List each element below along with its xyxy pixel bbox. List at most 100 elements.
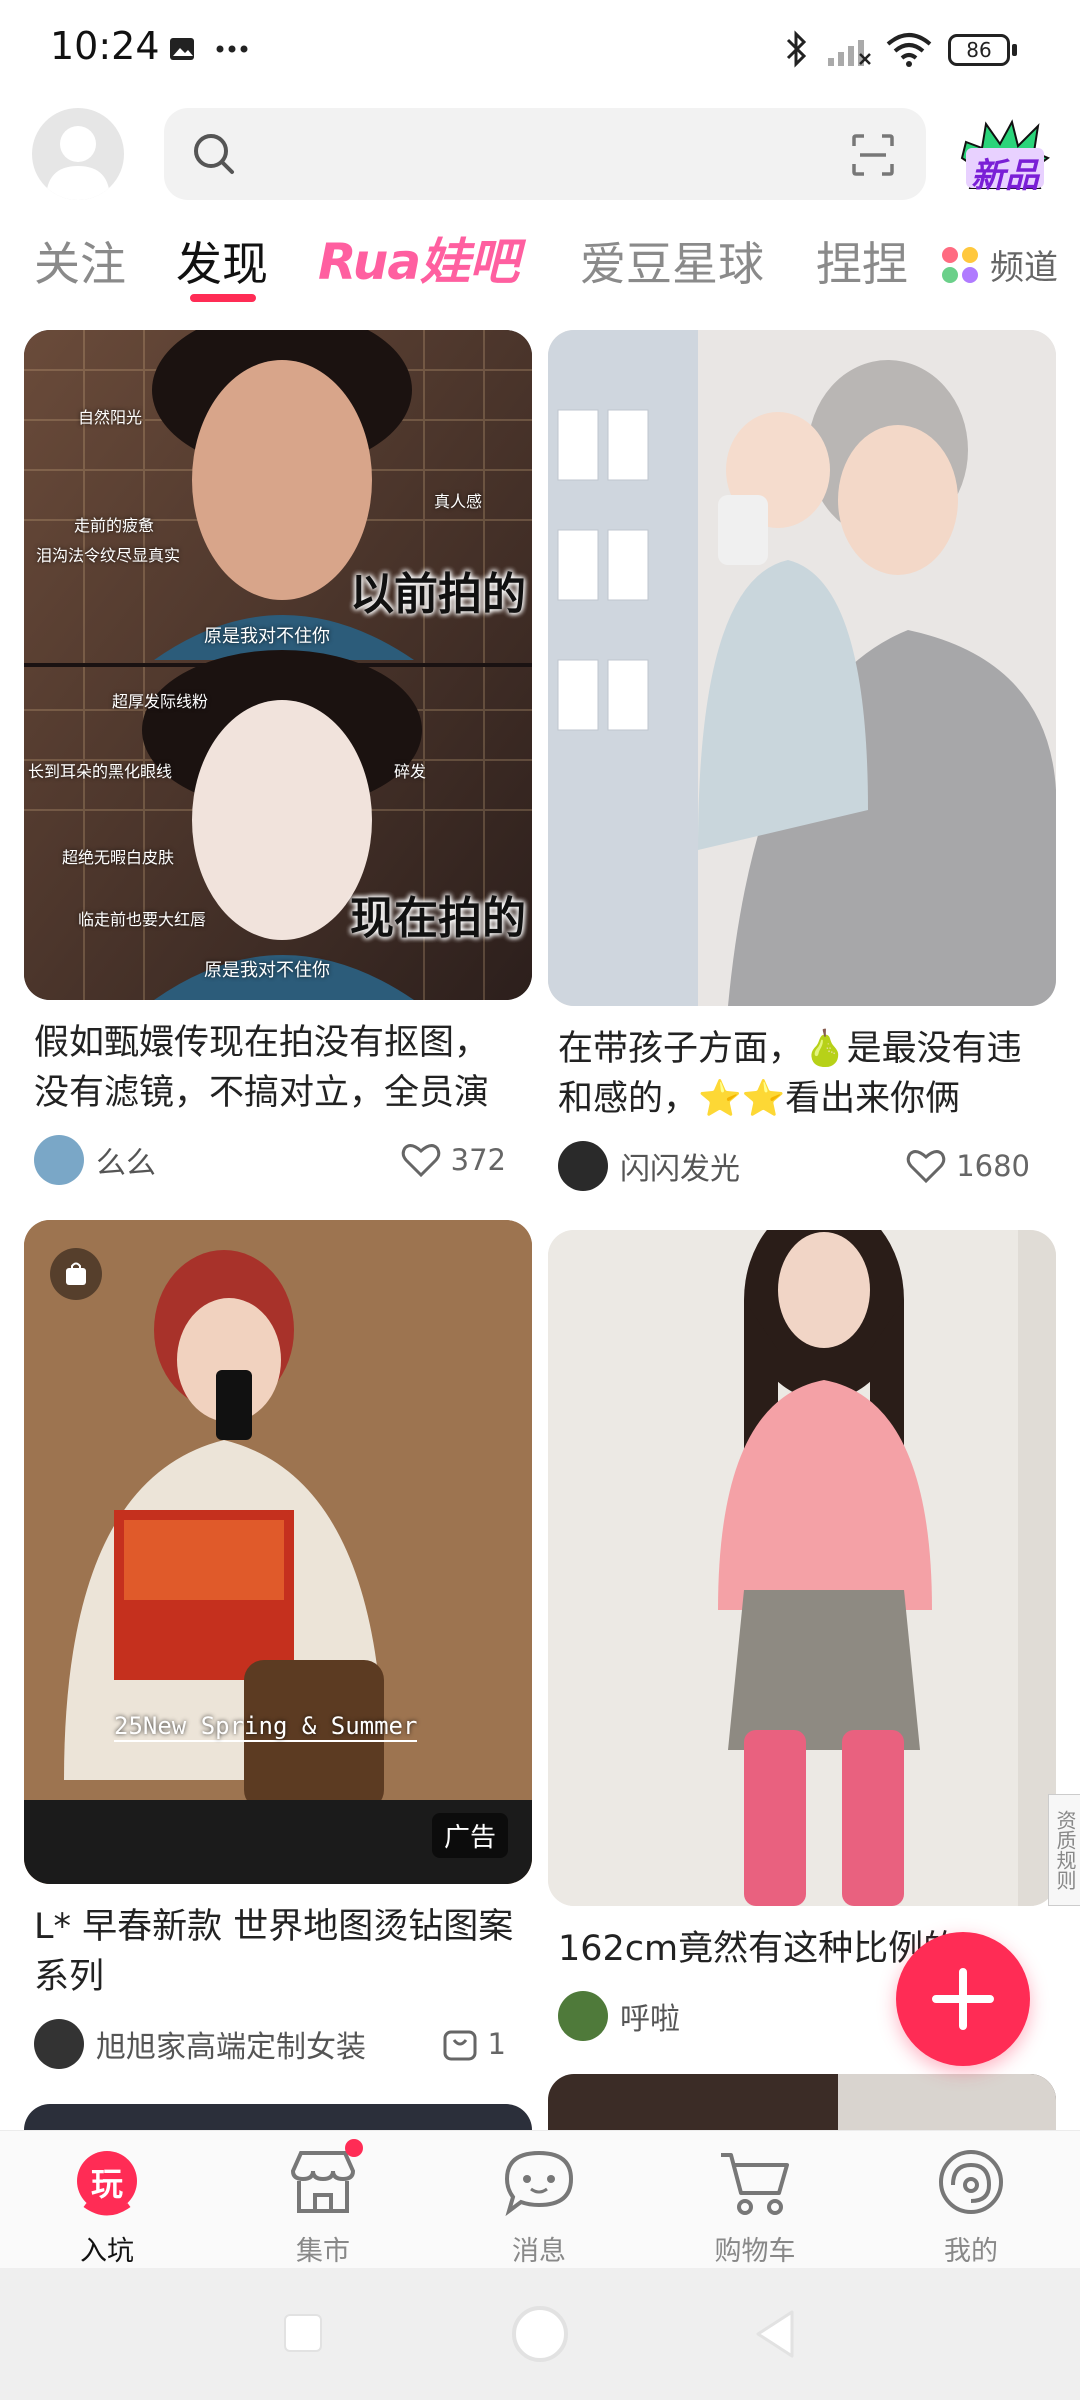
channel-grid-icon: [942, 246, 978, 283]
nav-messages[interactable]: 消息: [474, 2145, 604, 2268]
nav-market[interactable]: 集市: [258, 2139, 388, 2268]
nav-label: 购物车: [714, 2236, 796, 2267]
caption-tired: 走前的疲惫: [74, 516, 155, 535]
heart-icon: [906, 1150, 946, 1184]
feed-card-zhenhuan[interactable]: 自然阳光 真人感 走前的疲惫 泪沟法令纹尽显真实 以前拍的 原是我对不住你 超厚…: [24, 330, 532, 1186]
nav-profile[interactable]: 我的: [906, 2145, 1036, 2268]
battery-tip: [1012, 44, 1017, 56]
more-dots-icon: [216, 45, 248, 53]
nav-label: 入坑: [80, 2236, 134, 2267]
scan-icon[interactable]: [850, 132, 896, 178]
caption-tear-line: 泪沟法令纹尽显真实: [36, 546, 181, 565]
caption-bangs: 碎发: [394, 762, 427, 781]
dad-and-baby-image: [548, 330, 1056, 1006]
like-count: 372: [450, 1143, 506, 1177]
status-bar: 10:24 86: [0, 0, 1080, 100]
channel-button[interactable]: 频道: [940, 240, 1058, 289]
user-avatar[interactable]: [32, 108, 124, 200]
search-icon: [194, 134, 234, 174]
bottom-navigation: 玩 入坑 集市 消息 购物车 我的: [0, 2130, 1080, 2268]
caption-hairline: 超厚发际线粉: [112, 692, 209, 711]
card-image[interactable]: 25New Spring & Summer 广告: [24, 1220, 532, 1884]
tab-idol-planet[interactable]: 爱豆星球: [580, 228, 764, 294]
feed-card-preview[interactable]: [548, 2074, 1056, 2130]
author-name[interactable]: 闪闪发光: [620, 1144, 740, 1188]
card-image[interactable]: 自然阳光 真人感 走前的疲惫 泪沟法令纹尽显真实 以前拍的 原是我对不住你 超厚…: [24, 330, 532, 1000]
feed-card-parenting[interactable]: 在带孩子方面，🍐是最没有违和感的，⭐⭐看出来你俩 闪闪发光 1680: [548, 330, 1056, 1192]
shop-bag-badge[interactable]: [50, 1248, 102, 1300]
shopping-bag-icon: [66, 1262, 86, 1285]
bluetooth-icon: [786, 30, 807, 68]
author-avatar[interactable]: [558, 1991, 608, 2041]
tab-discover[interactable]: 发现: [176, 228, 268, 294]
feed-card-ad[interactable]: 25New Spring & Summer 广告 L* 早春新款 世界地图烫钻图…: [24, 1220, 532, 2070]
wifi-icon: [886, 33, 932, 67]
author-avatar[interactable]: [34, 1135, 84, 1185]
tab-pinch[interactable]: 捏捏: [816, 228, 912, 294]
new-badge-label: 新品: [971, 156, 1039, 196]
nav-label: 我的: [944, 2236, 998, 2267]
card-image[interactable]: [548, 330, 1056, 1006]
card-meta: 旭旭家高端定制女装 1: [34, 2018, 522, 2070]
plus-icon: [932, 1968, 994, 2030]
create-post-button[interactable]: [896, 1932, 1030, 2066]
fashion-model-image: [24, 1220, 532, 1884]
nav-label: 消息: [512, 2236, 566, 2267]
caption-subtitle-top: 原是我对不住你: [204, 626, 330, 647]
nav-cart[interactable]: 购物车: [690, 2145, 820, 2268]
card-meta: 闪闪发光 1680: [558, 1140, 1046, 1192]
author-name[interactable]: 旭旭家高端定制女装: [96, 2022, 366, 2066]
caption-now: 现在拍的: [350, 893, 526, 944]
caption-lipstick: 临走前也要大红唇: [78, 910, 207, 929]
message-icon: [499, 2145, 579, 2219]
product-count-value: 1: [487, 2027, 506, 2061]
qualification-rules-tab[interactable]: 资质规则: [1048, 1794, 1080, 1906]
default-avatar-icon: [46, 126, 110, 200]
heart-icon: [401, 1144, 440, 1178]
back-button[interactable]: [752, 2308, 796, 2360]
caption-subtitle-bottom: 原是我对不住你: [204, 960, 330, 981]
card-image[interactable]: [548, 1230, 1056, 1906]
author-avatar[interactable]: [558, 1141, 608, 1191]
tab-rua[interactable]: Rua娃吧: [318, 222, 519, 294]
feed-card-outfit[interactable]: 162cm竟然有这种比例的 呼啦: [548, 1230, 1056, 2042]
pink-outfit-image: [548, 1230, 1056, 1906]
profile-icon: [931, 2145, 1011, 2219]
channel-label: 频道: [990, 248, 1058, 288]
caption-real-feel: 真人感: [434, 492, 483, 511]
feed-card-preview[interactable]: [24, 2104, 532, 2130]
product-count[interactable]: 1: [442, 2026, 506, 2062]
battery-level: 86: [966, 38, 992, 62]
like-button[interactable]: 1680: [906, 1148, 1030, 1184]
author-name[interactable]: 么么: [96, 1138, 156, 1182]
bag-icon: [443, 2030, 477, 2061]
system-navigation-bar: [0, 2268, 1080, 2400]
author-name[interactable]: 呼啦: [620, 1994, 680, 2038]
tab-follow[interactable]: 关注: [34, 228, 126, 294]
recent-apps-button[interactable]: [284, 2314, 322, 2352]
channel-tabs: 关注 发现 Rua娃吧 爱豆星球 捏捏 频道: [0, 222, 1080, 308]
gallery-icon: [170, 38, 194, 60]
like-count: 1680: [956, 1149, 1030, 1183]
card-title[interactable]: 在带孩子方面，🍐是最没有违和感的，⭐⭐看出来你俩: [558, 1024, 1046, 1124]
signal-icon: [828, 40, 871, 66]
caption-collection: 25New Spring & Summer: [114, 1712, 418, 1742]
cart-icon: [715, 2145, 795, 2219]
market-icon: [283, 2139, 363, 2219]
card-meta: 么么 372: [34, 1134, 522, 1186]
battery-icon: 86: [948, 34, 1010, 66]
card-title[interactable]: 假如甄嬛传现在拍没有抠图，没有滤镜，不搞对立，全员演: [34, 1018, 522, 1118]
ad-label: 广告: [431, 1813, 508, 1858]
active-tab-indicator: [190, 294, 256, 302]
card-title[interactable]: L* 早春新款 世界地图烫钻图案系列: [34, 1902, 522, 2002]
author-avatar[interactable]: [34, 2019, 84, 2069]
nav-play[interactable]: 玩 入坑: [42, 2145, 172, 2268]
play-glyph: 玩: [90, 2165, 123, 2203]
new-products-badge[interactable]: 新品: [960, 118, 1051, 198]
like-button[interactable]: 372: [401, 1142, 506, 1178]
nav-label: 集市: [296, 2236, 350, 2267]
caption-eyeliner: 长到耳朵的黑化眼线: [28, 762, 173, 781]
search-input[interactable]: [164, 108, 926, 200]
home-button[interactable]: [512, 2306, 568, 2362]
preview-panel: [838, 2074, 1056, 2130]
